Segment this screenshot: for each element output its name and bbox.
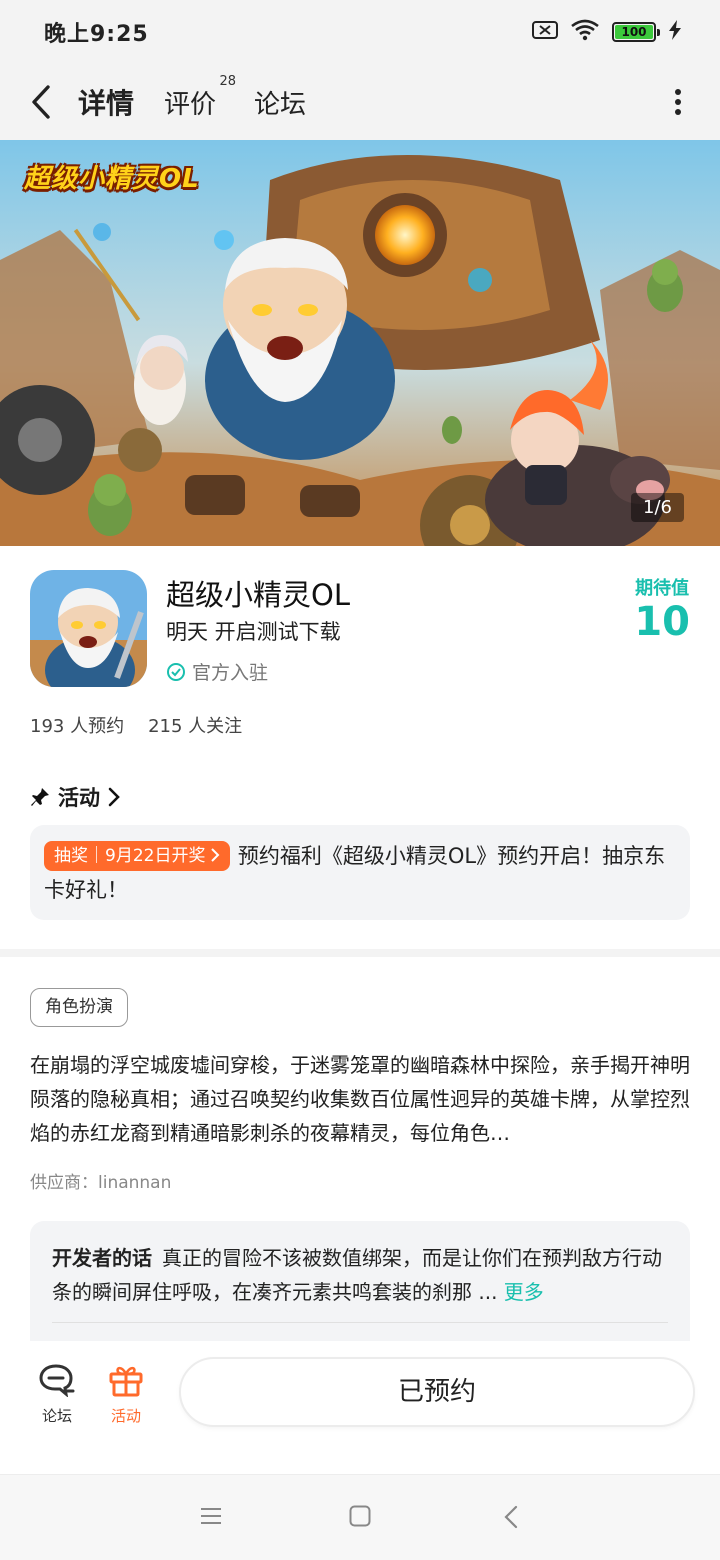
- follower-count: 215 人关注: [148, 716, 243, 737]
- gift-icon: [109, 1366, 143, 1397]
- status-bar: 晚上9:25 100: [0, 0, 720, 64]
- tab-reviews-label: 评价: [164, 89, 217, 120]
- menu-lines-icon: [201, 1508, 221, 1524]
- reserved-button[interactable]: 已预约: [179, 1357, 695, 1427]
- chevron-right-icon: [108, 787, 120, 807]
- activity-card[interactable]: 抽奖｜9月22日开奖 预约福利《超级小精灵OL》预约开启！抽京东卡好礼！: [30, 825, 690, 920]
- banner-carousel[interactable]: 超级小精灵OL 1/6: [0, 140, 720, 546]
- status-time: 晚上9:25: [44, 22, 149, 47]
- home-button[interactable]: [349, 1505, 371, 1531]
- system-navigation-bar: [0, 1474, 720, 1560]
- game-title: 超级小精灵OL: [166, 578, 350, 612]
- official-badge: 官方入驻: [166, 658, 268, 685]
- divider-line: [52, 1322, 668, 1323]
- back-button[interactable]: [30, 78, 66, 126]
- banner-game-logo: 超级小精灵OL: [24, 164, 200, 194]
- battery-icon: 100: [612, 22, 660, 42]
- genre-tag[interactable]: 角色扮演: [30, 988, 128, 1027]
- status-icons: 100: [532, 19, 682, 45]
- tab-reviews[interactable]: 评价 28: [164, 74, 236, 121]
- expectation-score: 期待值 10: [634, 574, 690, 644]
- sim-off-icon: [532, 20, 558, 44]
- developer-notes-card: 开发者的话 真正的冒险不该被数值绑架，而是让你们在预判敌方行动条的瞬间屏住呼吸，在…: [30, 1221, 690, 1341]
- expectation-value: 10: [634, 599, 690, 645]
- banner-artwork: [0, 140, 720, 546]
- activity-action-label: 活动: [110, 1407, 141, 1425]
- tab-details[interactable]: 详情: [75, 82, 137, 126]
- verified-check-icon: [167, 662, 185, 681]
- game-release-info: 明天 开启测试下载: [166, 620, 341, 644]
- game-description[interactable]: 在崩塌的浮空城废墟间穿梭，于迷雾笼罩的幽暗森林中探险，亲手揭开神明陨落的隐秘真相…: [30, 1048, 690, 1150]
- expectation-label: 期待值: [635, 578, 690, 599]
- tab-bar: 详情 评价 28 论坛: [75, 74, 666, 126]
- lottery-tag[interactable]: 抽奖｜9月22日开奖: [44, 841, 230, 871]
- activity-title: 活动: [58, 786, 100, 810]
- developer-notes-more-link[interactable]: 更多: [504, 1280, 544, 1304]
- bottom-action-bar: 论坛 活动 已预约: [0, 1341, 720, 1474]
- banner-page-counter: 1/6: [631, 493, 684, 522]
- forum-action-button[interactable]: 论坛: [27, 1363, 87, 1426]
- game-info-section: 超级小精灵OL 明天 开启测试下载 官方入驻 期待值 10: [30, 570, 690, 690]
- game-app-icon: [30, 570, 147, 687]
- wifi-icon: [570, 19, 600, 45]
- square-home-icon: [349, 1505, 371, 1527]
- activity-action-button[interactable]: 活动: [96, 1363, 156, 1426]
- back-arrow-icon: [32, 85, 50, 119]
- chevron-right-icon: [211, 848, 220, 862]
- more-options-button[interactable]: [666, 78, 690, 126]
- supplier-info: 供应商：linannan: [30, 1173, 172, 1193]
- pin-icon: [31, 788, 49, 806]
- lottery-tag-label: 抽奖｜9月22日开奖: [54, 846, 206, 866]
- tab-forum[interactable]: 论坛: [254, 84, 306, 121]
- battery-level: 100: [615, 25, 653, 39]
- section-divider: [0, 949, 720, 957]
- charging-icon: [668, 20, 682, 44]
- reservation-count: 193 人预约: [30, 716, 125, 737]
- top-nav-bar: 详情 评价 28 论坛: [0, 64, 720, 140]
- official-label: 官方入驻: [192, 662, 269, 684]
- back-triangle-icon: [504, 1505, 518, 1529]
- game-stats: 193 人预约 215 人关注: [30, 712, 242, 738]
- more-vertical-icon: [675, 89, 681, 115]
- system-back-button[interactable]: [503, 1505, 519, 1533]
- activity-header[interactable]: 活动: [30, 782, 120, 812]
- recent-apps-button[interactable]: [200, 1505, 222, 1531]
- reviews-count-badge: 28: [219, 73, 237, 89]
- developer-notes-label: 开发者的话: [52, 1246, 152, 1270]
- forum-action-label: 论坛: [41, 1407, 72, 1425]
- forum-chat-icon: [39, 1364, 75, 1398]
